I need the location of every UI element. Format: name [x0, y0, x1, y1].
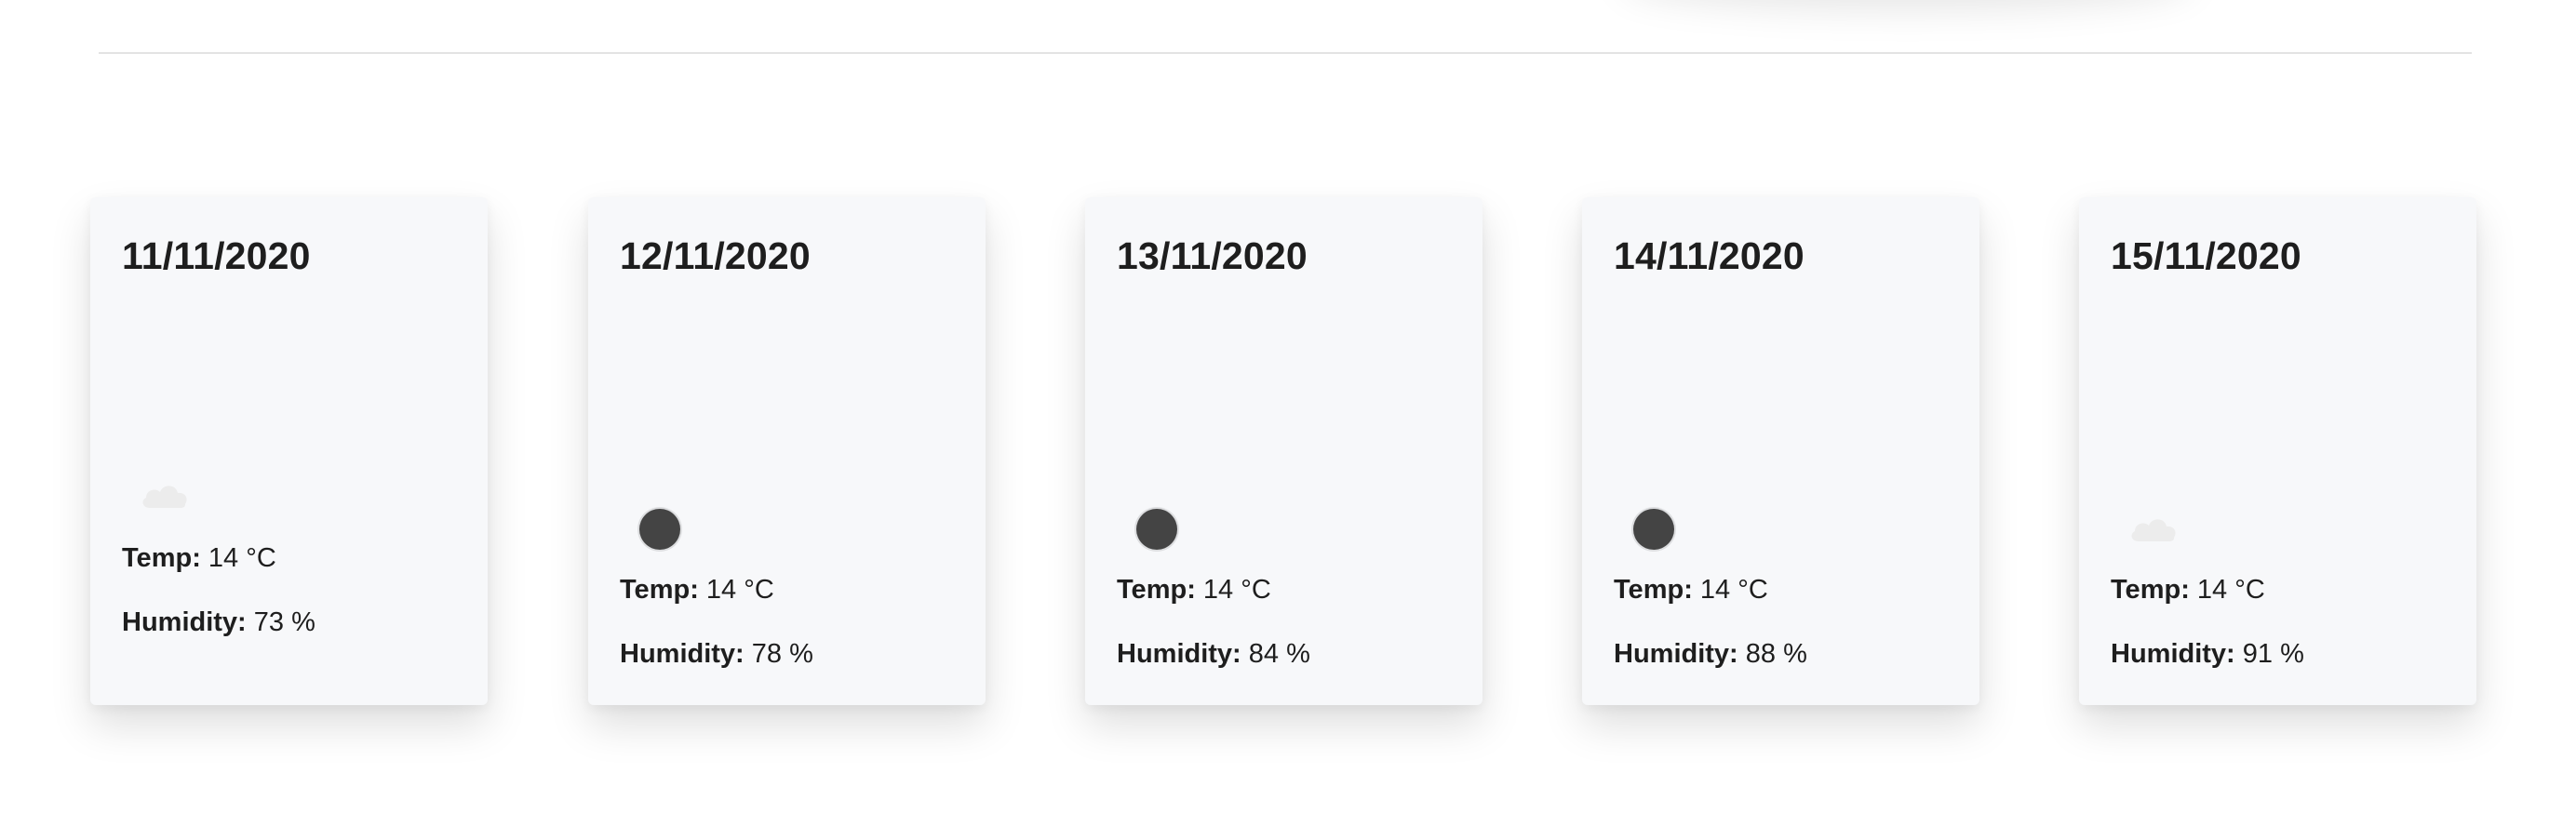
humidity-value: 73 % [253, 607, 315, 637]
humidity-label: Humidity: [620, 639, 745, 669]
divider [99, 52, 2472, 54]
humidity-label: Humidity: [122, 607, 247, 637]
humidity-label: Humidity: [1614, 639, 1738, 669]
temp-value: 14 °C [705, 575, 774, 605]
temp-label: Temp: [1614, 575, 1693, 605]
forecast-page: 11/11/2020 Temp: 14 °C Humidity: 73 % 12… [0, 0, 2576, 826]
temp-value: 14 °C [1202, 575, 1271, 605]
temp-row: Temp: 14 °C [1614, 575, 1768, 606]
forecast-cards: 11/11/2020 Temp: 14 °C Humidity: 73 % 12… [90, 197, 2484, 705]
humidity-row: Humidity: 78 % [620, 639, 813, 670]
humidity-row: Humidity: 91 % [2111, 639, 2304, 670]
temp-value: 14 °C [1699, 575, 1768, 605]
humidity-value: 91 % [2242, 639, 2304, 669]
temp-row: Temp: 14 °C [2111, 575, 2265, 606]
temp-row: Temp: 14 °C [620, 575, 774, 606]
forecast-card: 13/11/2020 Temp: 14 °C Humidity: 84 % [1085, 197, 1483, 705]
cloud-icon [137, 476, 193, 516]
dark-circle-icon [639, 509, 680, 550]
humidity-value: 88 % [1745, 639, 1807, 669]
humidity-value: 78 % [751, 639, 813, 669]
temp-label: Temp: [1117, 575, 1196, 605]
temp-value: 14 °C [2196, 575, 2265, 605]
forecast-date: 13/11/2020 [1117, 234, 1308, 277]
temp-label: Temp: [122, 543, 201, 573]
forecast-date: 14/11/2020 [1614, 234, 1805, 277]
forecast-date: 12/11/2020 [620, 234, 811, 277]
dark-circle-icon [1136, 509, 1177, 550]
humidity-row: Humidity: 88 % [1614, 639, 1807, 670]
temp-value: 14 °C [208, 543, 276, 573]
forecast-card: 15/11/2020 Temp: 14 °C Humidity: 91 % [2079, 197, 2476, 705]
dark-circle-icon [1633, 509, 1674, 550]
temp-label: Temp: [2111, 575, 2190, 605]
humidity-label: Humidity: [2111, 639, 2235, 669]
humidity-row: Humidity: 84 % [1117, 639, 1310, 670]
humidity-label: Humidity: [1117, 639, 1241, 669]
forecast-card: 11/11/2020 Temp: 14 °C Humidity: 73 % [90, 197, 488, 705]
cloud-icon [2126, 510, 2181, 550]
humidity-value: 84 % [1248, 639, 1310, 669]
temp-label: Temp: [620, 575, 699, 605]
temp-row: Temp: 14 °C [1117, 575, 1271, 606]
forecast-date: 11/11/2020 [122, 234, 311, 277]
humidity-row: Humidity: 73 % [122, 607, 315, 638]
forecast-card: 12/11/2020 Temp: 14 °C Humidity: 78 % [588, 197, 986, 705]
forecast-date: 15/11/2020 [2111, 234, 2301, 277]
temp-row: Temp: 14 °C [122, 543, 276, 574]
forecast-card: 14/11/2020 Temp: 14 °C Humidity: 88 % [1582, 197, 1979, 705]
